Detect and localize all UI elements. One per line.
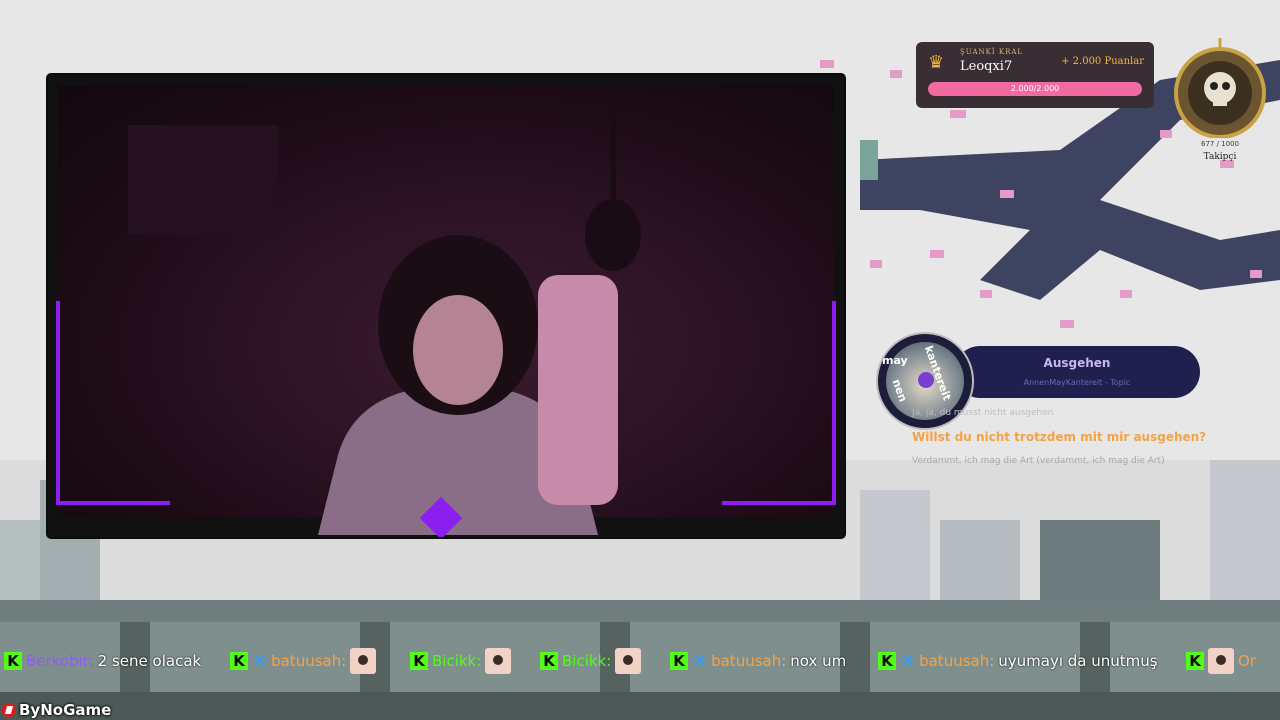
chat-username: batuusah:	[919, 652, 995, 670]
lyric-line-current: Willst du nicht trotzdem mit mir ausgehe…	[912, 430, 1207, 444]
king-progress-text: 2.000/2.000	[1010, 84, 1060, 93]
chat-message: K Or	[1186, 648, 1256, 674]
lyric-line-next: Verdammt, ich mag die Art (verdammt, ich…	[912, 456, 1165, 466]
brand-watermark: ByNoGame	[2, 700, 111, 720]
kick-icon: K	[878, 652, 896, 670]
chat-username: Bicikk:	[432, 652, 482, 670]
song-artist: AnnenMayKantereit - Topic	[1023, 378, 1131, 387]
chat-username: Berkobir:	[26, 652, 94, 670]
chat-message: K ✕ batuusah: nox um	[670, 648, 846, 674]
chat-message: K ✕ batuusah: uyumayı da unutmuş	[878, 648, 1158, 674]
chat-text: 2 sene olacak	[97, 652, 202, 670]
verified-x-icon: ✕	[692, 650, 708, 672]
lyric-line-previous: Ja, ja, du musst nicht ausgehen	[912, 408, 1054, 418]
webcam-feed	[58, 85, 834, 535]
chat-message: K Bicikk:	[540, 648, 642, 674]
kick-icon: K	[4, 652, 22, 670]
chat-emote	[350, 648, 377, 674]
kick-icon: K	[670, 652, 688, 670]
webcam-frame	[48, 75, 844, 537]
kick-icon: K	[230, 652, 248, 670]
brand-name: ByNoGame	[19, 701, 112, 719]
chat-text: nox um	[790, 652, 847, 670]
kick-icon: K	[1186, 652, 1204, 670]
chat-emote	[485, 648, 512, 674]
chat-username: batuusah:	[271, 652, 347, 670]
verified-x-icon: ✕	[900, 650, 916, 672]
follower-label: Takipçi	[1203, 152, 1237, 162]
kick-icon: K	[540, 652, 558, 670]
frame-corner-right	[722, 301, 836, 505]
streamer-silhouette	[318, 235, 618, 535]
disc-text-2: may	[882, 354, 908, 367]
verified-x-icon: ✕	[252, 650, 268, 672]
chat-username: Or	[1238, 652, 1256, 670]
chat-emote	[1208, 648, 1234, 674]
king-name: Leoqxi7	[960, 59, 1013, 74]
king-panel: ♛ ŞUANKİ KRAL Leoqxi7 + 2.000 Puanlar 2.…	[916, 42, 1154, 108]
kick-icon: K	[410, 652, 428, 670]
skull-medallion-icon	[1174, 38, 1266, 138]
king-progress-bar: 2.000/2.000	[928, 82, 1142, 96]
chat-emote	[615, 648, 642, 674]
now-playing-pill	[954, 346, 1200, 398]
king-label: ŞUANKİ KRAL	[960, 48, 1024, 56]
chat-message: K Bicikk:	[410, 648, 512, 674]
follower-count: 677 / 1000	[1201, 140, 1239, 148]
chat-username: batuusah:	[711, 652, 787, 670]
crown-icon: ♛	[928, 52, 945, 73]
room-window	[128, 125, 278, 235]
chat-username: Bicikk:	[562, 652, 612, 670]
king-points: + 2.000 Puanlar	[1061, 56, 1144, 67]
bynogame-logo-icon	[2, 703, 16, 717]
chat-text: uyumayı da unutmuş	[998, 652, 1158, 670]
chat-message: K ✕ batuusah:	[230, 648, 377, 674]
chat-message: K Berkobir: 2 sene olacak	[4, 648, 201, 674]
song-title: Ausgehen	[1043, 356, 1111, 370]
chat-ticker: K Berkobir: 2 sene olacak K ✕ batuusah: …	[0, 648, 1280, 674]
frame-corner-left	[56, 301, 170, 505]
